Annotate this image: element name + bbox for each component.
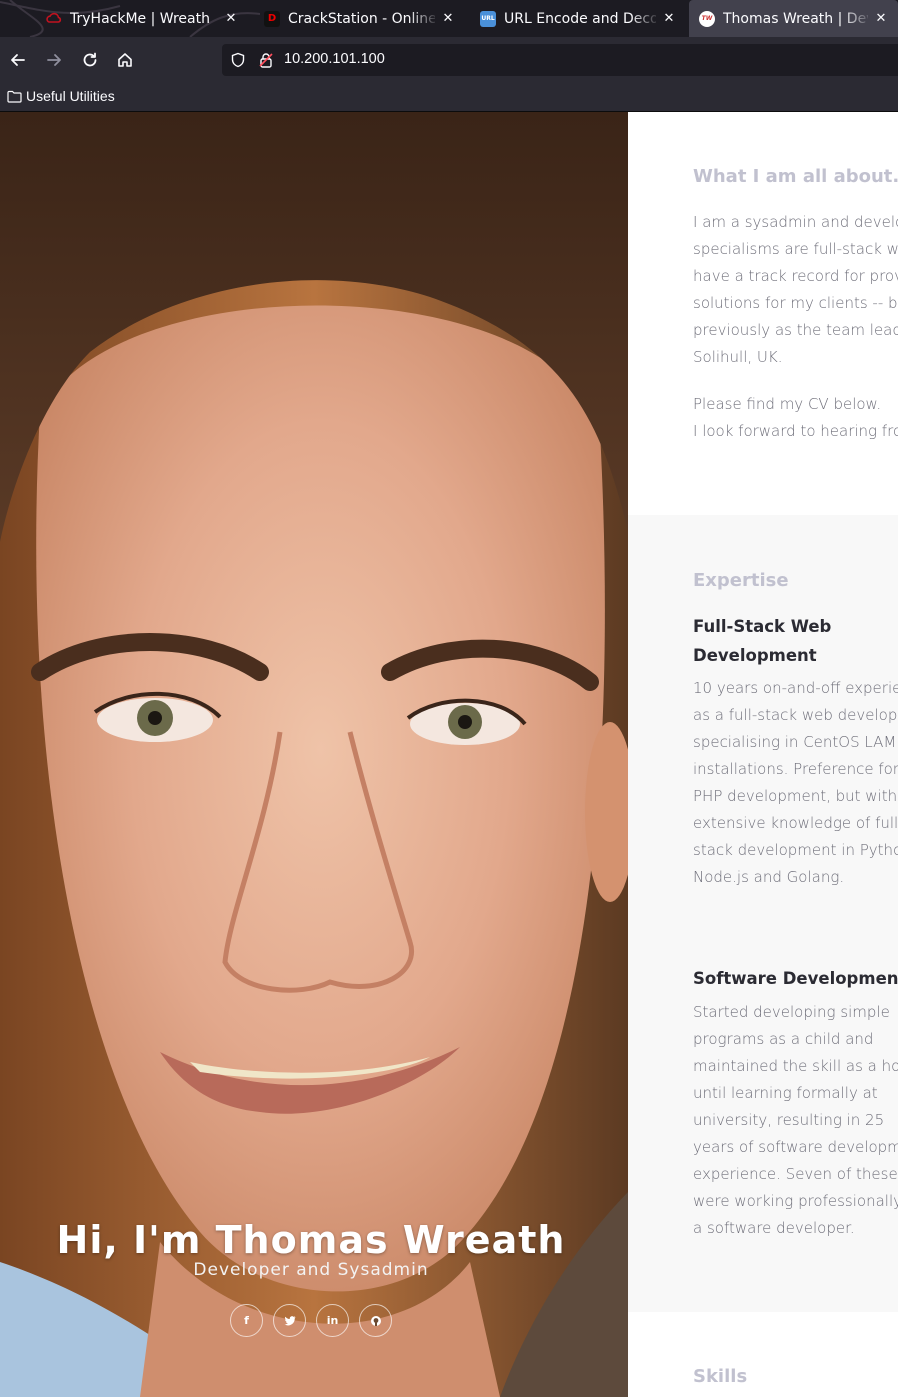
- hero-subtitle: Developer and Sysadmin: [193, 1260, 429, 1280]
- forward-arrow-icon: [47, 54, 61, 66]
- expertise-title: Expertise: [693, 570, 789, 591]
- insecure-lock-icon[interactable]: [258, 52, 274, 68]
- forward-button[interactable]: [41, 47, 67, 73]
- close-tab-icon[interactable]: ✕: [441, 11, 455, 26]
- about-paragraph: I am a sysadmin and developer whose spec…: [693, 213, 898, 366]
- about-section: What I am all about. I am a sysadmin and…: [628, 112, 898, 515]
- expertise-item-description: Started developing simple programs as a …: [693, 1003, 898, 1237]
- url-text[interactable]: 10.200.101.100: [284, 51, 385, 67]
- web-page: Hi, I'm Thomas Wreath Developer and Sysa…: [0, 112, 898, 1397]
- social-links: f in: [230, 1304, 392, 1337]
- close-tab-icon[interactable]: ✕: [224, 11, 238, 26]
- expertise-item-title: Full-Stack Web Development: [693, 617, 832, 665]
- url-encode-icon: URL: [480, 10, 496, 27]
- home-icon: [118, 53, 132, 67]
- close-tab-icon[interactable]: ✕: [662, 11, 676, 26]
- bookmarks-toolbar: Useful Utilities: [0, 83, 898, 112]
- expertise-item-title: Software Development: [693, 969, 898, 988]
- tab-crackstation[interactable]: D CrackStation - Online Password Hash Cr…: [254, 0, 465, 37]
- about-title: What I am all about.: [693, 166, 898, 187]
- portrait-photo: [0, 112, 628, 1397]
- shield-icon[interactable]: [230, 52, 246, 68]
- home-button[interactable]: [112, 47, 138, 73]
- facebook-icon[interactable]: f: [230, 1304, 263, 1337]
- hero-section: Hi, I'm Thomas Wreath Developer and Sysa…: [0, 112, 628, 1397]
- twitter-icon[interactable]: [273, 1304, 306, 1337]
- github-icon[interactable]: [359, 1304, 392, 1337]
- tw-favicon-icon: TW: [699, 10, 715, 27]
- tab-title: TryHackMe | Wreath: [70, 10, 210, 27]
- address-bar[interactable]: 10.200.101.100: [222, 44, 898, 76]
- reload-button[interactable]: [77, 47, 103, 73]
- expertise-item-description: 10 years on-and-off experience as a full…: [693, 679, 898, 886]
- bookmark-folder-useful-utilities[interactable]: Useful Utilities: [7, 88, 115, 104]
- content-column: What I am all about. I am a sysadmin and…: [628, 112, 898, 1397]
- hero-name: Hi, I'm Thomas Wreath: [56, 1218, 566, 1262]
- cv-paragraph: Please find my CV below. I look forward …: [693, 395, 898, 440]
- tab-tryhackme[interactable]: TryHackMe | Wreath ✕: [36, 0, 248, 37]
- tryhackme-cloud-icon: [46, 11, 62, 27]
- skills-section: Skills: [628, 1312, 898, 1397]
- expertise-section: Expertise Full-Stack Web Development 10 …: [628, 515, 898, 1312]
- back-button[interactable]: [5, 47, 31, 73]
- crackstation-d-icon: D: [264, 10, 280, 27]
- close-tab-icon[interactable]: ✕: [874, 11, 888, 26]
- tab-thomas-wreath[interactable]: TW Thomas Wreath | Developer ✕: [689, 0, 898, 37]
- tab-strip: TryHackMe | Wreath ✕ D CrackStation - On…: [0, 0, 898, 37]
- back-arrow-icon: [11, 54, 25, 66]
- tab-url-encode[interactable]: URL URL Encode and Decode ✕: [470, 0, 686, 37]
- linkedin-icon[interactable]: in: [316, 1304, 349, 1337]
- folder-icon: [7, 90, 22, 103]
- skills-title: Skills: [693, 1366, 748, 1387]
- bookmark-label: Useful Utilities: [26, 88, 115, 104]
- reload-icon: [83, 52, 97, 67]
